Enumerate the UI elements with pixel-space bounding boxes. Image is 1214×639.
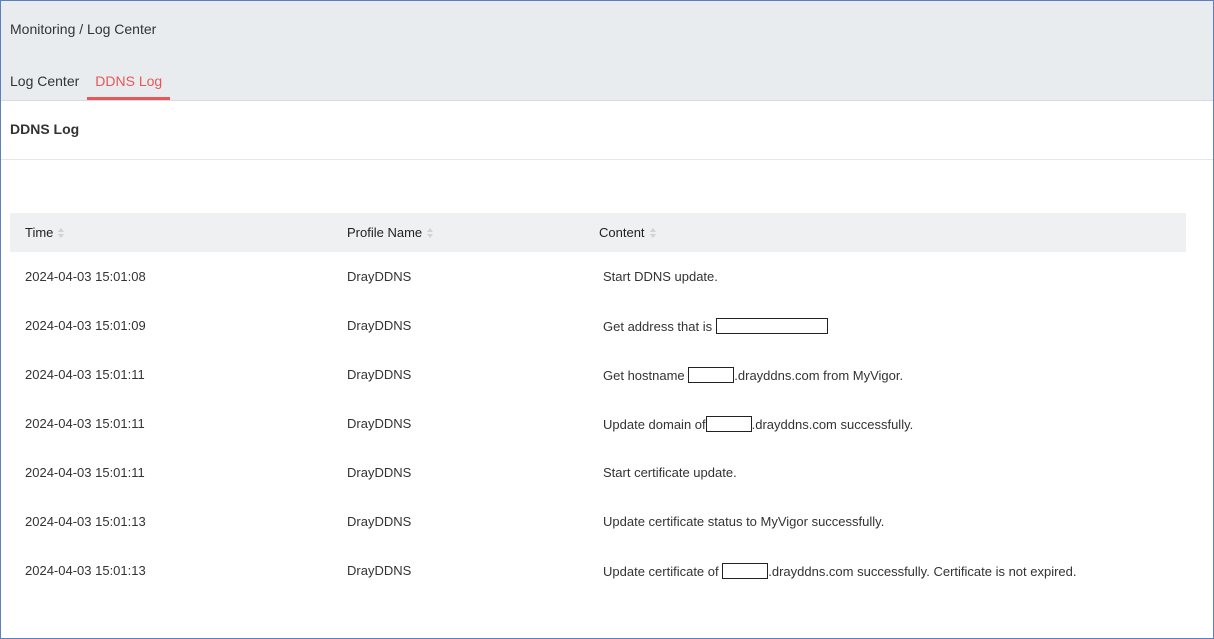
cell-content: Get address that is	[584, 301, 1186, 350]
redaction-box	[688, 366, 735, 383]
content-text-suffix: .drayddns.com successfully. Certificate …	[768, 563, 1077, 579]
content-text: Start DDNS update.	[603, 269, 718, 284]
breadcrumb: Monitoring / Log Center	[10, 21, 157, 37]
cell-content: Update domain of .drayddns.com successful…	[584, 399, 1186, 448]
cell-profile: DrayDDNS	[347, 367, 412, 382]
app-window: Monitoring / Log Center Log Center DDNS …	[0, 0, 1214, 639]
column-header-time[interactable]: Time	[10, 213, 332, 252]
cell-profile: DrayDDNS	[347, 416, 412, 431]
cell-content: Get hostname .drayddns.com from MyVigor.	[584, 350, 1186, 399]
table-row: 2024-04-03 15:01:08 DrayDDNS Start DDNS …	[10, 252, 1186, 301]
cell-content: Update certificate of .drayddns.com succ…	[584, 546, 1186, 595]
column-header-profile-name[interactable]: Profile Name	[332, 213, 584, 252]
cell-time: 2024-04-03 15:01:11	[25, 465, 145, 480]
sort-icon[interactable]	[58, 228, 65, 238]
redaction-box	[722, 562, 769, 579]
cell-content: Start DDNS update.	[584, 252, 1186, 301]
ddns-log-table: Time Profile Name Content 2024-04-03 15:…	[10, 213, 1186, 595]
cell-profile: DrayDDNS	[347, 465, 412, 480]
content-text: Start certificate update.	[603, 465, 737, 480]
column-header-content[interactable]: Content	[584, 213, 1186, 252]
table-row: 2024-04-03 15:01:09 DrayDDNS Get address…	[10, 301, 1186, 350]
cell-content: Start certificate update.	[584, 448, 1186, 497]
cell-time: 2024-04-03 15:01:11	[25, 416, 145, 431]
tab-bar: Log Center DDNS Log	[1, 67, 171, 100]
content-text: Update certificate status to MyVigor suc…	[603, 514, 885, 529]
cell-time: 2024-04-03 15:01:08	[25, 269, 146, 284]
content-text: Update certificate of	[603, 563, 723, 579]
panel-title-text: DDNS Log	[10, 121, 80, 137]
redaction-box	[705, 415, 752, 432]
column-header-label: Profile Name	[347, 225, 423, 240]
content-text: Get hostname	[603, 367, 689, 383]
sort-icon[interactable]	[649, 228, 656, 238]
cell-time: 2024-04-03 15:01:13	[25, 563, 146, 578]
content-text-suffix: .drayddns.com from MyVigor.	[734, 367, 904, 383]
column-header-label: Time	[25, 225, 54, 240]
cell-profile: DrayDDNS	[347, 514, 412, 529]
content-text: Update domain of	[603, 416, 706, 432]
table-row: 2024-04-03 15:01:13 DrayDDNS Update cert…	[10, 497, 1186, 546]
cell-profile: DrayDDNS	[347, 318, 412, 333]
table-row: 2024-04-03 15:01:11 DrayDDNS Get hostnam…	[10, 350, 1186, 399]
table-row: 2024-04-03 15:01:11 DrayDDNS Start certi…	[10, 448, 1186, 497]
table-header-row: Time Profile Name Content	[10, 213, 1186, 252]
panel-title: DDNS Log	[1, 101, 1213, 160]
content-text: Get address that is	[603, 318, 716, 334]
cell-time: 2024-04-03 15:01:13	[25, 514, 146, 529]
redaction-box	[715, 317, 828, 334]
table-row: 2024-04-03 15:01:11 DrayDDNS Update doma…	[10, 399, 1186, 448]
cell-profile: DrayDDNS	[347, 563, 412, 578]
cell-time: 2024-04-03 15:01:11	[25, 367, 145, 382]
column-header-label: Content	[599, 225, 645, 240]
tab-log-center[interactable]: Log Center	[2, 67, 87, 100]
cell-time: 2024-04-03 15:01:09	[25, 318, 146, 333]
cell-content: Update certificate status to MyVigor suc…	[584, 497, 1186, 546]
tab-ddns-log[interactable]: DDNS Log	[87, 67, 171, 100]
cell-profile: DrayDDNS	[347, 269, 412, 284]
sort-icon[interactable]	[427, 228, 434, 238]
page-header: Monitoring / Log Center Log Center DDNS …	[1, 1, 1213, 101]
content-text-suffix: .drayddns.com successfully.	[751, 416, 914, 432]
table-row: 2024-04-03 15:01:13 DrayDDNS Update cert…	[10, 546, 1186, 595]
